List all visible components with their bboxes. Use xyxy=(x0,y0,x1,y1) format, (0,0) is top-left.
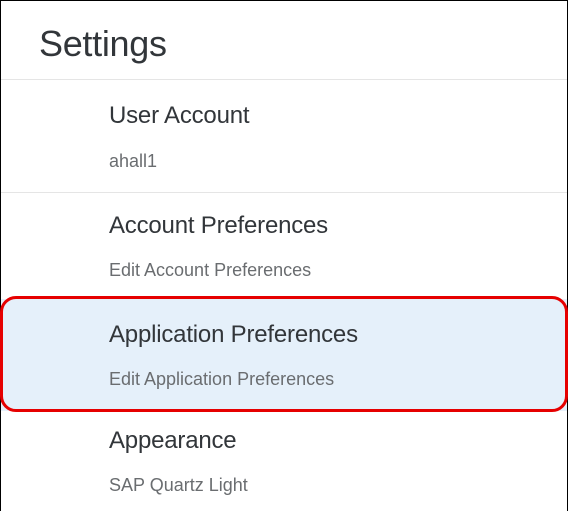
settings-header: Settings xyxy=(1,1,567,80)
page-title: Settings xyxy=(39,23,167,64)
settings-item-label: Appearance xyxy=(109,427,237,454)
settings-item-account-preferences[interactable]: Account Preferences Edit Account Prefere… xyxy=(1,193,567,297)
settings-item-label: Application Preferences xyxy=(109,321,358,348)
settings-item-value: Edit Application Preferences xyxy=(109,369,335,389)
settings-item-application-preferences[interactable]: Application Preferences Edit Application… xyxy=(1,299,567,411)
settings-item-value: Edit Account Preferences xyxy=(109,260,312,280)
settings-item-label: Account Preferences xyxy=(109,212,328,239)
settings-item-value: SAP Quartz Light xyxy=(109,475,248,495)
settings-item-user-account[interactable]: User Account ahall1 xyxy=(1,80,567,193)
settings-panel: Settings User Account ahall1 Account Pre… xyxy=(0,0,568,511)
settings-item-value: ahall1 xyxy=(109,151,158,171)
settings-item-appearance[interactable]: Appearance SAP Quartz Light xyxy=(1,413,567,512)
settings-item-label: User Account xyxy=(109,102,250,129)
